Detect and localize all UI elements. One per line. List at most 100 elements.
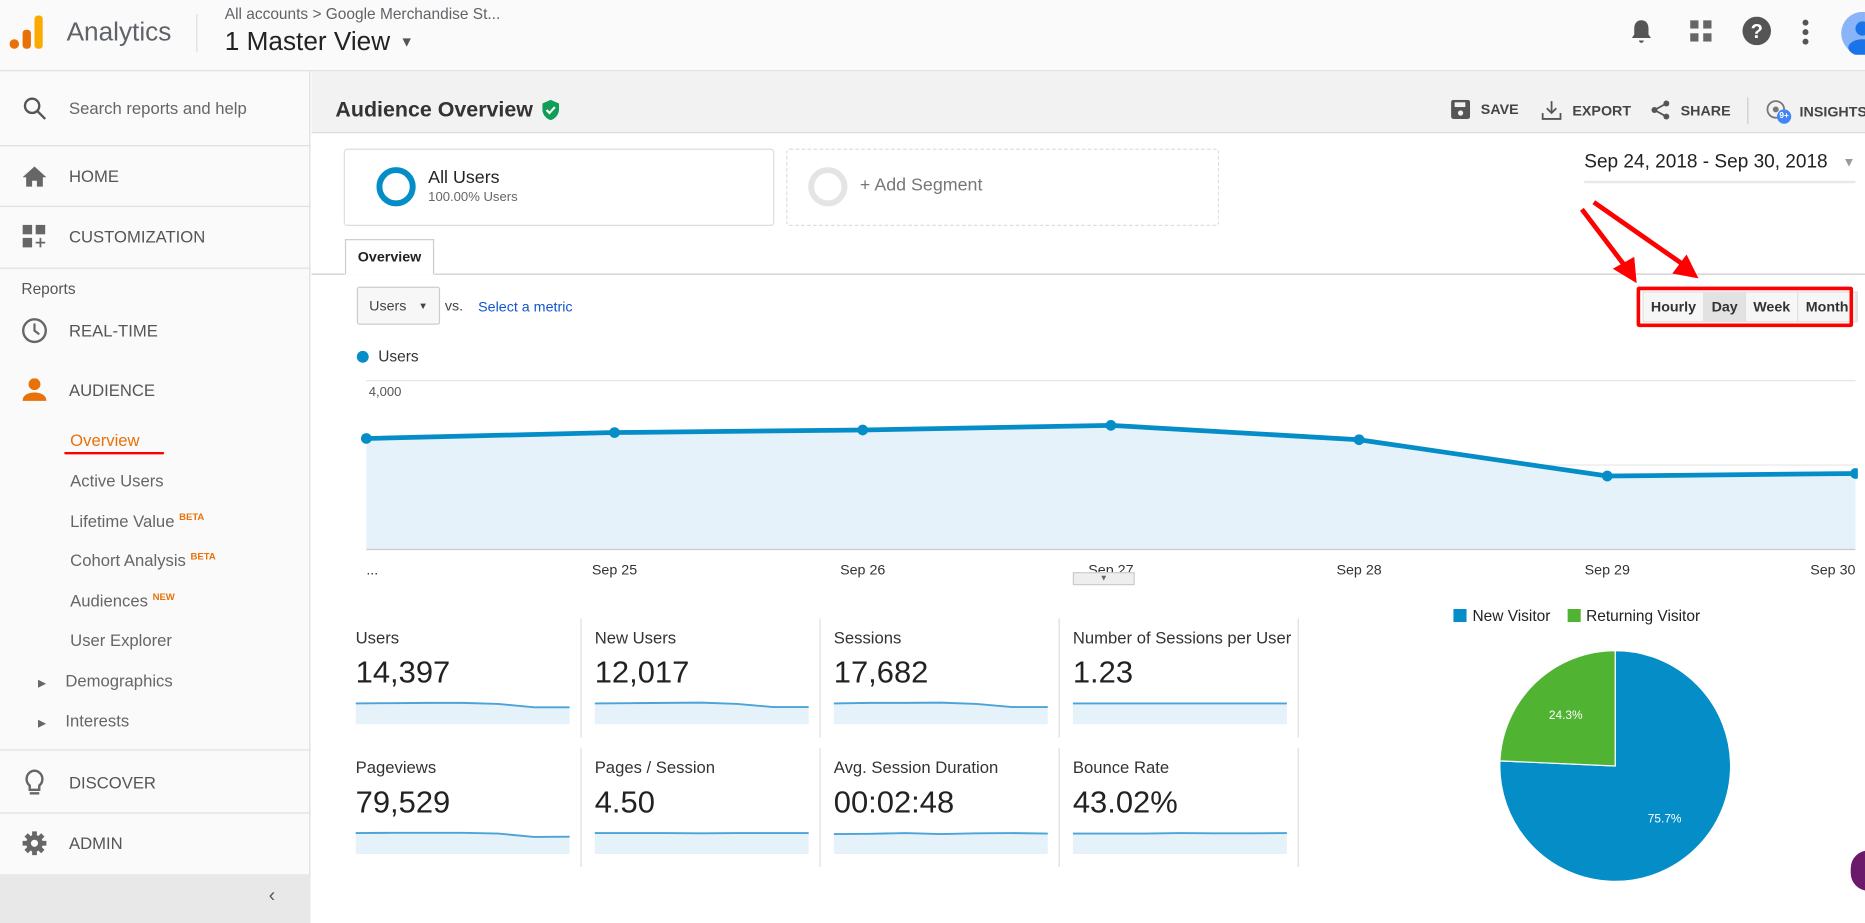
segment-all-users[interactable]: All Users 100.00% Users	[343, 148, 775, 226]
metric-label: New Users	[594, 628, 677, 648]
x-tick-label: Sep 30	[1810, 562, 1855, 578]
nav-label: ADMIN	[68, 833, 123, 853]
data-point[interactable]	[1353, 434, 1365, 446]
data-point[interactable]	[857, 424, 869, 436]
x-tick-label: Sep 28	[1336, 562, 1381, 578]
insights-badge: 9+	[1776, 109, 1792, 124]
metric-label: Bounce Rate	[1072, 757, 1170, 777]
chart-resize-handle[interactable]: ▼	[1072, 572, 1135, 586]
sidebar-item-realtime[interactable]: REAL-TIME	[0, 301, 310, 360]
view-selector[interactable]: 1 Master View ▼	[225, 26, 414, 57]
metric-card[interactable]: Number of Sessions per User 1.23	[1072, 628, 1299, 747]
bell-icon[interactable]	[1629, 18, 1653, 44]
search-reports[interactable]: Search reports and help	[0, 79, 310, 138]
nav-label: Interests	[65, 711, 130, 731]
metric-label: Sessions	[833, 628, 902, 648]
add-segment-button[interactable]: + Add Segment	[786, 148, 1220, 226]
visitor-pie-chart: 75.7% 24.3%	[1499, 650, 1732, 882]
metric-value: 43.02%	[1072, 783, 1178, 820]
data-point[interactable]	[1601, 470, 1613, 482]
sparkline	[1072, 702, 1287, 725]
date-range-label: Sep 24, 2018 - Sep 30, 2018	[1584, 152, 1828, 173]
legend-label: New Visitor	[1472, 606, 1551, 625]
x-tick-label: Sep 26	[840, 562, 885, 578]
granularity-month[interactable]: Month	[1798, 292, 1857, 322]
granularity-week[interactable]: Week	[1746, 292, 1799, 322]
sidebar-item-user-explorer[interactable]: User Explorer	[70, 630, 172, 649]
metric-card[interactable]: New Users 12,017	[594, 628, 821, 747]
sidebar-item-active-users[interactable]: Active Users	[70, 471, 163, 490]
annotation-underline	[64, 451, 165, 455]
sidebar-item-home[interactable]: HOME	[0, 146, 310, 205]
export-button[interactable]: EXPORT	[1541, 100, 1631, 120]
metric-value: 14,397	[355, 654, 451, 690]
chat-widget-button[interactable]	[1850, 850, 1865, 891]
more-vert-icon[interactable]	[1801, 19, 1811, 45]
x-tick-label: ...	[366, 562, 378, 578]
sidebar-item-overview[interactable]: Overview	[70, 431, 139, 450]
metric-label: Number of Sessions per User	[1072, 628, 1292, 648]
page-title: Audience Overview	[335, 97, 533, 122]
vs-label: vs.	[444, 297, 464, 315]
granularity-toggle: Hourly Day Week Month	[1642, 291, 1859, 323]
caret-right-icon: ▶	[38, 676, 47, 689]
sidebar-item-demographics[interactable]: ▶ Demographics	[38, 671, 173, 690]
save-icon	[1451, 99, 1471, 119]
legend-new-visitor: New Visitor	[1453, 606, 1551, 625]
chevron-left-icon[interactable]: ‹	[269, 886, 275, 907]
app-name: Analytics	[66, 16, 172, 47]
x-tick-label: Sep 25	[592, 562, 637, 578]
action-label: SAVE	[1480, 101, 1519, 118]
sidebar-item-audiences[interactable]: Audiences NEW	[70, 591, 175, 610]
insights-button[interactable]: 9+ INSIGHTS	[1765, 100, 1865, 124]
sidebar-item-audience[interactable]: AUDIENCE	[0, 360, 310, 419]
sidebar-item-interests[interactable]: ▶ Interests	[38, 711, 129, 730]
metric-label: Pageviews	[355, 757, 437, 777]
metric-select[interactable]: Users ▼	[356, 286, 441, 325]
view-name: 1 Master View	[224, 26, 391, 56]
data-point[interactable]	[1105, 420, 1117, 431]
sidebar-item-admin[interactable]: ADMIN	[0, 814, 310, 873]
metric-card[interactable]: Bounce Rate 43.02%	[1072, 757, 1299, 877]
date-range-picker[interactable]: Sep 24, 2018 - Sep 30, 2018 ▼	[1584, 152, 1856, 184]
sparkline	[833, 701, 1048, 725]
caret-down-icon: ▼	[1842, 155, 1856, 171]
sidebar-item-discover[interactable]: DISCOVER	[0, 753, 310, 812]
metric-card[interactable]: Pages / Session 4.50	[594, 758, 821, 877]
metric-card[interactable]: Pageviews 79,529	[355, 757, 582, 877]
sparkline	[594, 832, 809, 854]
share-icon	[1651, 100, 1670, 120]
avatar[interactable]	[1839, 11, 1865, 55]
share-button[interactable]: SHARE	[1651, 100, 1731, 120]
save-button[interactable]: SAVE	[1451, 99, 1519, 119]
nav-label: Overview	[70, 430, 140, 450]
nav-label: User Explorer	[70, 630, 172, 650]
metric-card[interactable]: Users 14,397	[355, 628, 582, 747]
metric-card[interactable]: Avg. Session Duration 00:02:48	[833, 758, 1060, 877]
metric-card[interactable]: Sessions 17,682	[833, 628, 1060, 747]
segment-name: All Users	[428, 167, 500, 188]
apps-grid-icon[interactable]	[1690, 20, 1712, 42]
sidebar-item-lifetime-value[interactable]: Lifetime Value BETA	[70, 511, 204, 530]
nav-label: Audiences	[70, 591, 148, 611]
add-segment-label: + Add Segment	[859, 174, 983, 196]
annotation-arrows	[1580, 200, 1699, 284]
new-badge: NEW	[152, 591, 175, 603]
data-point[interactable]	[609, 427, 620, 438]
search-input[interactable]: Search reports and help	[69, 99, 247, 118]
breadcrumb[interactable]: All accounts > Google Merchandise St...	[225, 5, 500, 23]
action-label: INSIGHTS	[1799, 103, 1865, 121]
select-metric-link[interactable]: Select a metric	[478, 299, 572, 316]
sidebar-item-customization[interactable]: CUSTOMIZATION	[0, 207, 310, 266]
sidebar-item-cohort-analysis[interactable]: Cohort Analysis BETA	[70, 551, 216, 570]
help-icon[interactable]: ?	[1742, 16, 1772, 46]
data-point[interactable]	[360, 433, 372, 444]
granularity-day[interactable]: Day	[1704, 292, 1747, 322]
metric-label: Users	[355, 628, 400, 648]
nav-label: Active Users	[70, 471, 164, 491]
tab-overview[interactable]: Overview	[344, 239, 435, 275]
chart-legend: Users	[356, 347, 419, 365]
granularity-hourly[interactable]: Hourly	[1643, 292, 1705, 322]
divider	[1297, 618, 1299, 738]
metric-value: 17,682	[833, 654, 929, 690]
